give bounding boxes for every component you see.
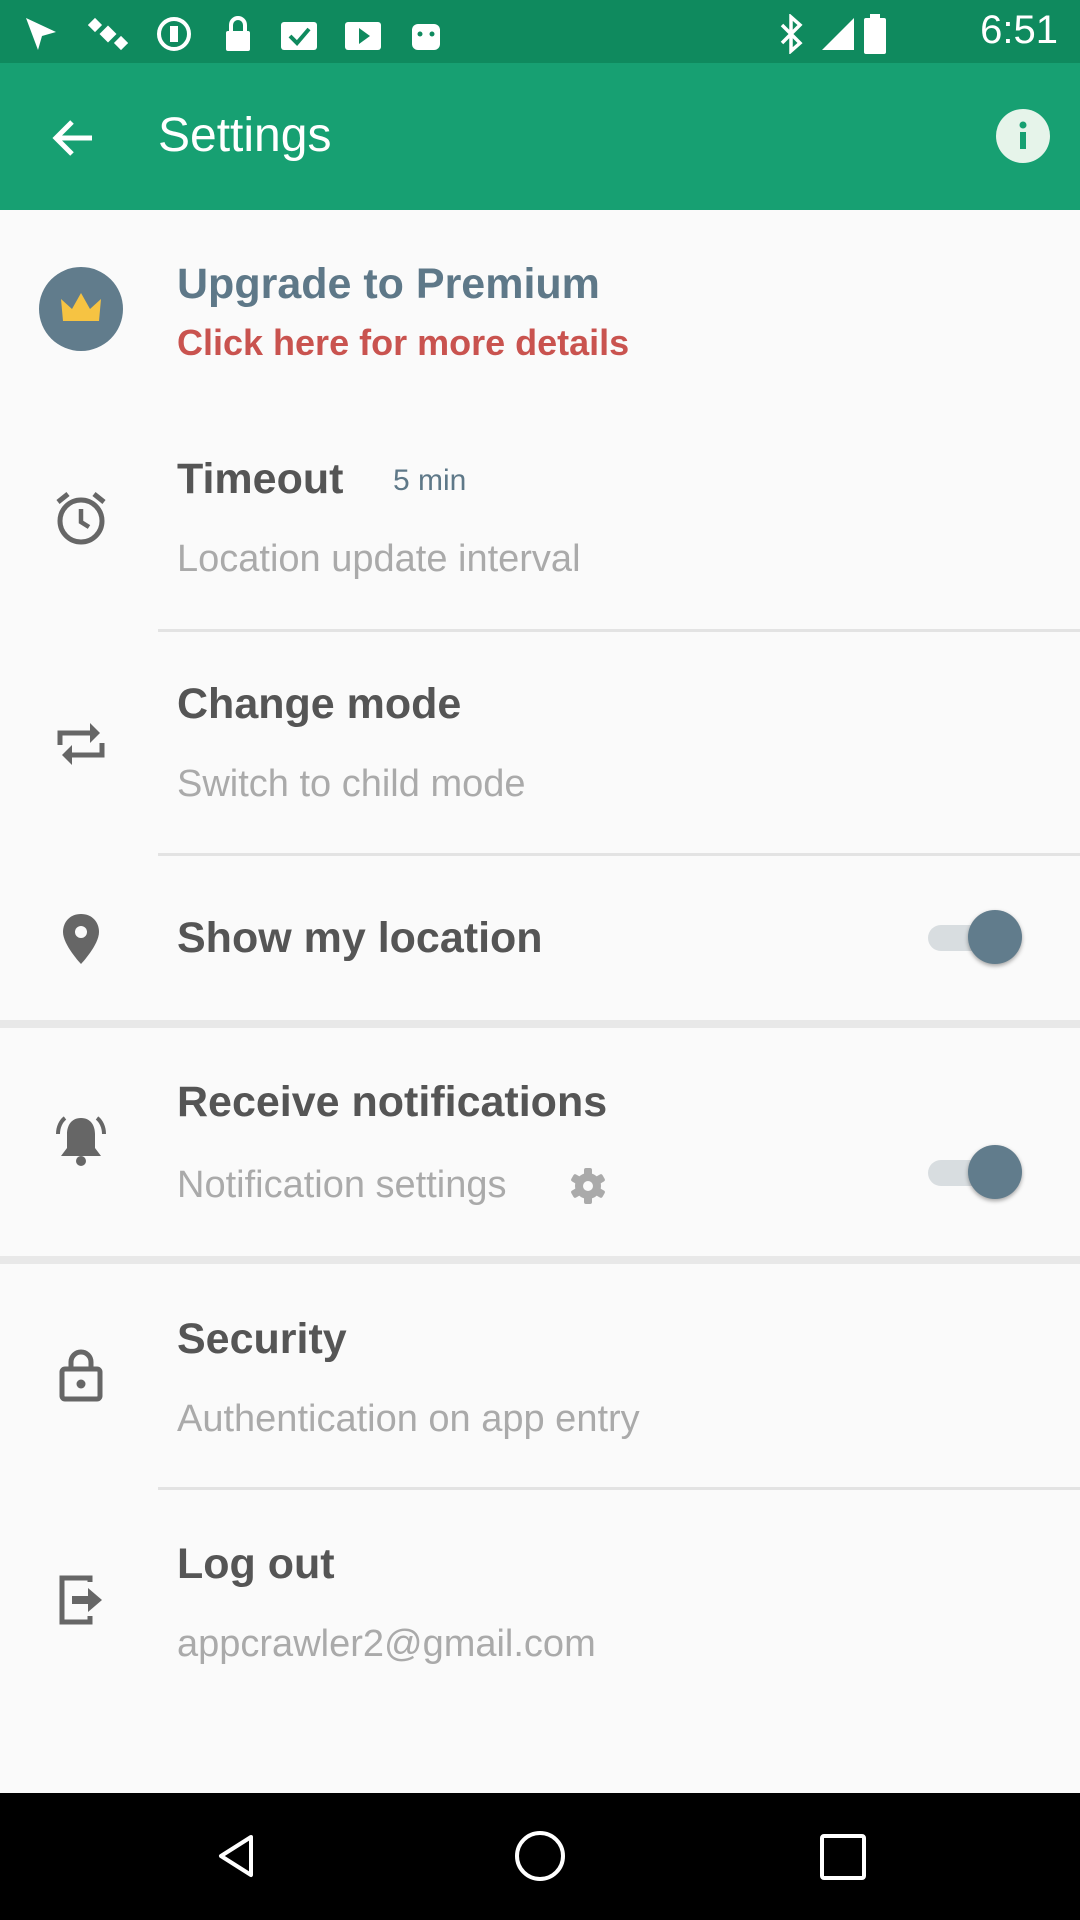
lock-icon bbox=[226, 16, 250, 51]
sync-icon bbox=[157, 17, 191, 51]
show-location-toggle[interactable] bbox=[928, 907, 1022, 967]
divider bbox=[158, 629, 1080, 632]
battery-icon bbox=[864, 14, 886, 54]
logout-row[interactable]: Log out appcrawler2@gmail.com bbox=[0, 1525, 1080, 1715]
app-bar: Settings bbox=[0, 63, 1080, 210]
info-icon bbox=[1019, 121, 1027, 149]
repeat-icon bbox=[57, 723, 105, 765]
page-title: Settings bbox=[158, 109, 332, 162]
section-divider bbox=[0, 1020, 1080, 1028]
signal-icon bbox=[822, 18, 854, 50]
status-bar: 6:51 bbox=[0, 0, 1080, 63]
android-icon bbox=[412, 24, 440, 50]
status-time: 6:51 bbox=[980, 8, 1058, 52]
security-title: Security bbox=[177, 1315, 347, 1363]
crown-icon bbox=[61, 293, 101, 321]
timeout-subtitle: Location update interval bbox=[177, 538, 581, 580]
security-row[interactable]: Security Authentication on app entry bbox=[0, 1300, 1080, 1490]
premium-badge bbox=[39, 267, 123, 351]
back-triangle-icon[interactable] bbox=[211, 1831, 261, 1881]
change-mode-subtitle: Switch to child mode bbox=[177, 763, 526, 805]
premium-details-link[interactable]: Click here for more details bbox=[177, 322, 629, 364]
notifications-title: Receive notifications bbox=[177, 1078, 608, 1126]
notifications-row[interactable]: Receive notifications Notification setti… bbox=[0, 1060, 1080, 1260]
recents-square-icon[interactable] bbox=[818, 1832, 868, 1882]
fake-gps-icon bbox=[26, 18, 56, 50]
info-button[interactable] bbox=[996, 109, 1050, 163]
change-mode-row[interactable]: Change mode Switch to child mode bbox=[0, 665, 1080, 855]
navigation-bar bbox=[0, 1793, 1080, 1920]
change-mode-title: Change mode bbox=[177, 680, 462, 728]
toggle-knob bbox=[968, 910, 1022, 964]
timeout-row[interactable]: Timeout 5 min Location update interval bbox=[0, 440, 1080, 630]
lock-icon bbox=[59, 1349, 103, 1402]
security-subtitle: Authentication on app entry bbox=[177, 1398, 640, 1440]
show-location-row[interactable]: Show my location bbox=[0, 880, 1080, 1020]
task-check-icon bbox=[281, 22, 317, 50]
bluetooth-icon bbox=[780, 14, 803, 54]
gear-icon[interactable] bbox=[568, 1166, 608, 1206]
premium-row[interactable]: Upgrade to Premium Click here for more d… bbox=[0, 210, 1080, 410]
play-store-icon bbox=[345, 22, 381, 50]
location-pin-icon bbox=[63, 914, 99, 964]
premium-title: Upgrade to Premium bbox=[177, 260, 600, 308]
divider bbox=[158, 1487, 1080, 1490]
timeout-title: Timeout bbox=[177, 455, 344, 503]
logout-title: Log out bbox=[177, 1540, 335, 1588]
notification-settings-link[interactable]: Notification settings bbox=[177, 1164, 507, 1207]
home-circle-icon[interactable] bbox=[513, 1829, 567, 1883]
back-arrow-icon[interactable] bbox=[38, 103, 108, 173]
bell-ringing-icon bbox=[56, 1116, 106, 1166]
divider bbox=[158, 853, 1080, 856]
satellite-icon bbox=[88, 17, 128, 51]
notifications-toggle[interactable] bbox=[928, 1142, 1022, 1202]
logout-email: appcrawler2@gmail.com bbox=[177, 1623, 596, 1665]
section-divider bbox=[0, 1256, 1080, 1264]
logout-icon bbox=[59, 1575, 102, 1625]
timeout-value: 5 min bbox=[393, 464, 467, 497]
toggle-knob bbox=[968, 1145, 1022, 1199]
show-location-title: Show my location bbox=[177, 914, 543, 962]
alarm-clock-icon bbox=[56, 492, 106, 545]
